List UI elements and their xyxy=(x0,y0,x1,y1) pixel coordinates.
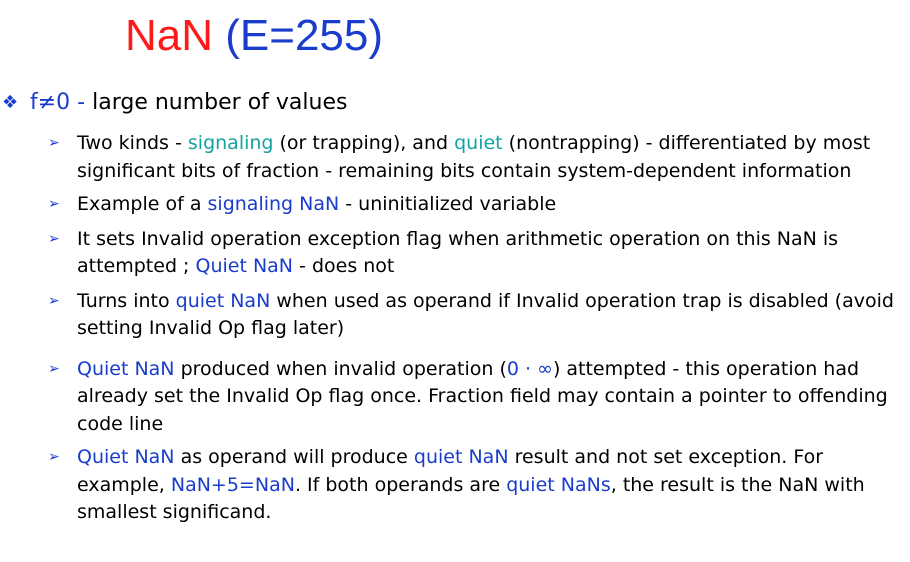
keyword-quiet: quiet xyxy=(454,132,503,154)
keyword-quiet-nans: quiet NaNs xyxy=(506,473,611,496)
item-text: as operand will produce xyxy=(174,446,414,468)
diamond-bullet-icon: ❖ xyxy=(2,92,19,113)
item-text: Two kinds - xyxy=(77,132,188,154)
keyword-quiet-nan: Quiet NaN xyxy=(77,357,175,380)
list-item: ➢ Example of a signaling NaN - uninitial… xyxy=(48,191,898,219)
slide-title: NaN (E=255) xyxy=(125,8,383,64)
list-item: ➢ It sets Invalid operation exception fl… xyxy=(48,226,898,281)
arrow-bullet-icon: ➢ xyxy=(48,135,60,151)
item-text: . If both operands are xyxy=(294,473,507,496)
list-item: ➢ Quiet NaN as operand will produce quie… xyxy=(48,444,898,527)
keyword-signaling-nan: signaling NaN xyxy=(207,193,340,215)
keyword-nan-example: NaN+5=NaN xyxy=(170,473,295,496)
arrow-bullet-icon: ➢ xyxy=(48,230,60,247)
item-text: - uninitialized variable xyxy=(339,193,557,215)
keyword-quiet-nan: Quiet NaN xyxy=(195,255,294,277)
arrow-bullet-icon: ➢ xyxy=(48,196,60,212)
zero-times-infinity: 0 · ∞ xyxy=(506,357,553,380)
item-text: It sets Invalid operation exception flag… xyxy=(77,227,839,278)
keyword-quiet-nan: Quiet NaN xyxy=(77,446,175,468)
list-item: ➢ Quiet NaN produced when invalid operat… xyxy=(48,356,898,439)
arrow-bullet-icon: ➢ xyxy=(48,360,60,377)
list-item: ➢ Two kinds - signaling (or trapping), a… xyxy=(48,130,898,185)
title-exponent: (E=255) xyxy=(225,11,384,60)
keyword-quiet-nan: quiet NaN xyxy=(413,446,509,468)
sub-bullet-list: ➢ Two kinds - signaling (or trapping), a… xyxy=(48,130,898,527)
level1-condition: f≠0 - xyxy=(30,90,86,115)
keyword-quiet-nan: quiet NaN xyxy=(175,289,271,312)
item-text: - does not xyxy=(293,255,395,277)
level1-bullet: ❖ f≠0 - large number of values xyxy=(0,88,347,118)
item-text: produced when invalid operation ( xyxy=(174,357,507,380)
keyword-signaling: signaling xyxy=(187,132,274,154)
level1-text: large number of values xyxy=(92,90,348,115)
arrow-bullet-icon: ➢ xyxy=(48,449,60,465)
item-text: Example of a xyxy=(77,193,208,215)
item-text: Turns into xyxy=(77,289,176,312)
item-text: (or trapping), and xyxy=(273,132,455,154)
title-nan: NaN xyxy=(125,11,214,60)
arrow-bullet-icon: ➢ xyxy=(48,292,60,309)
list-item: ➢ Turns into quiet NaN when used as oper… xyxy=(48,288,898,343)
